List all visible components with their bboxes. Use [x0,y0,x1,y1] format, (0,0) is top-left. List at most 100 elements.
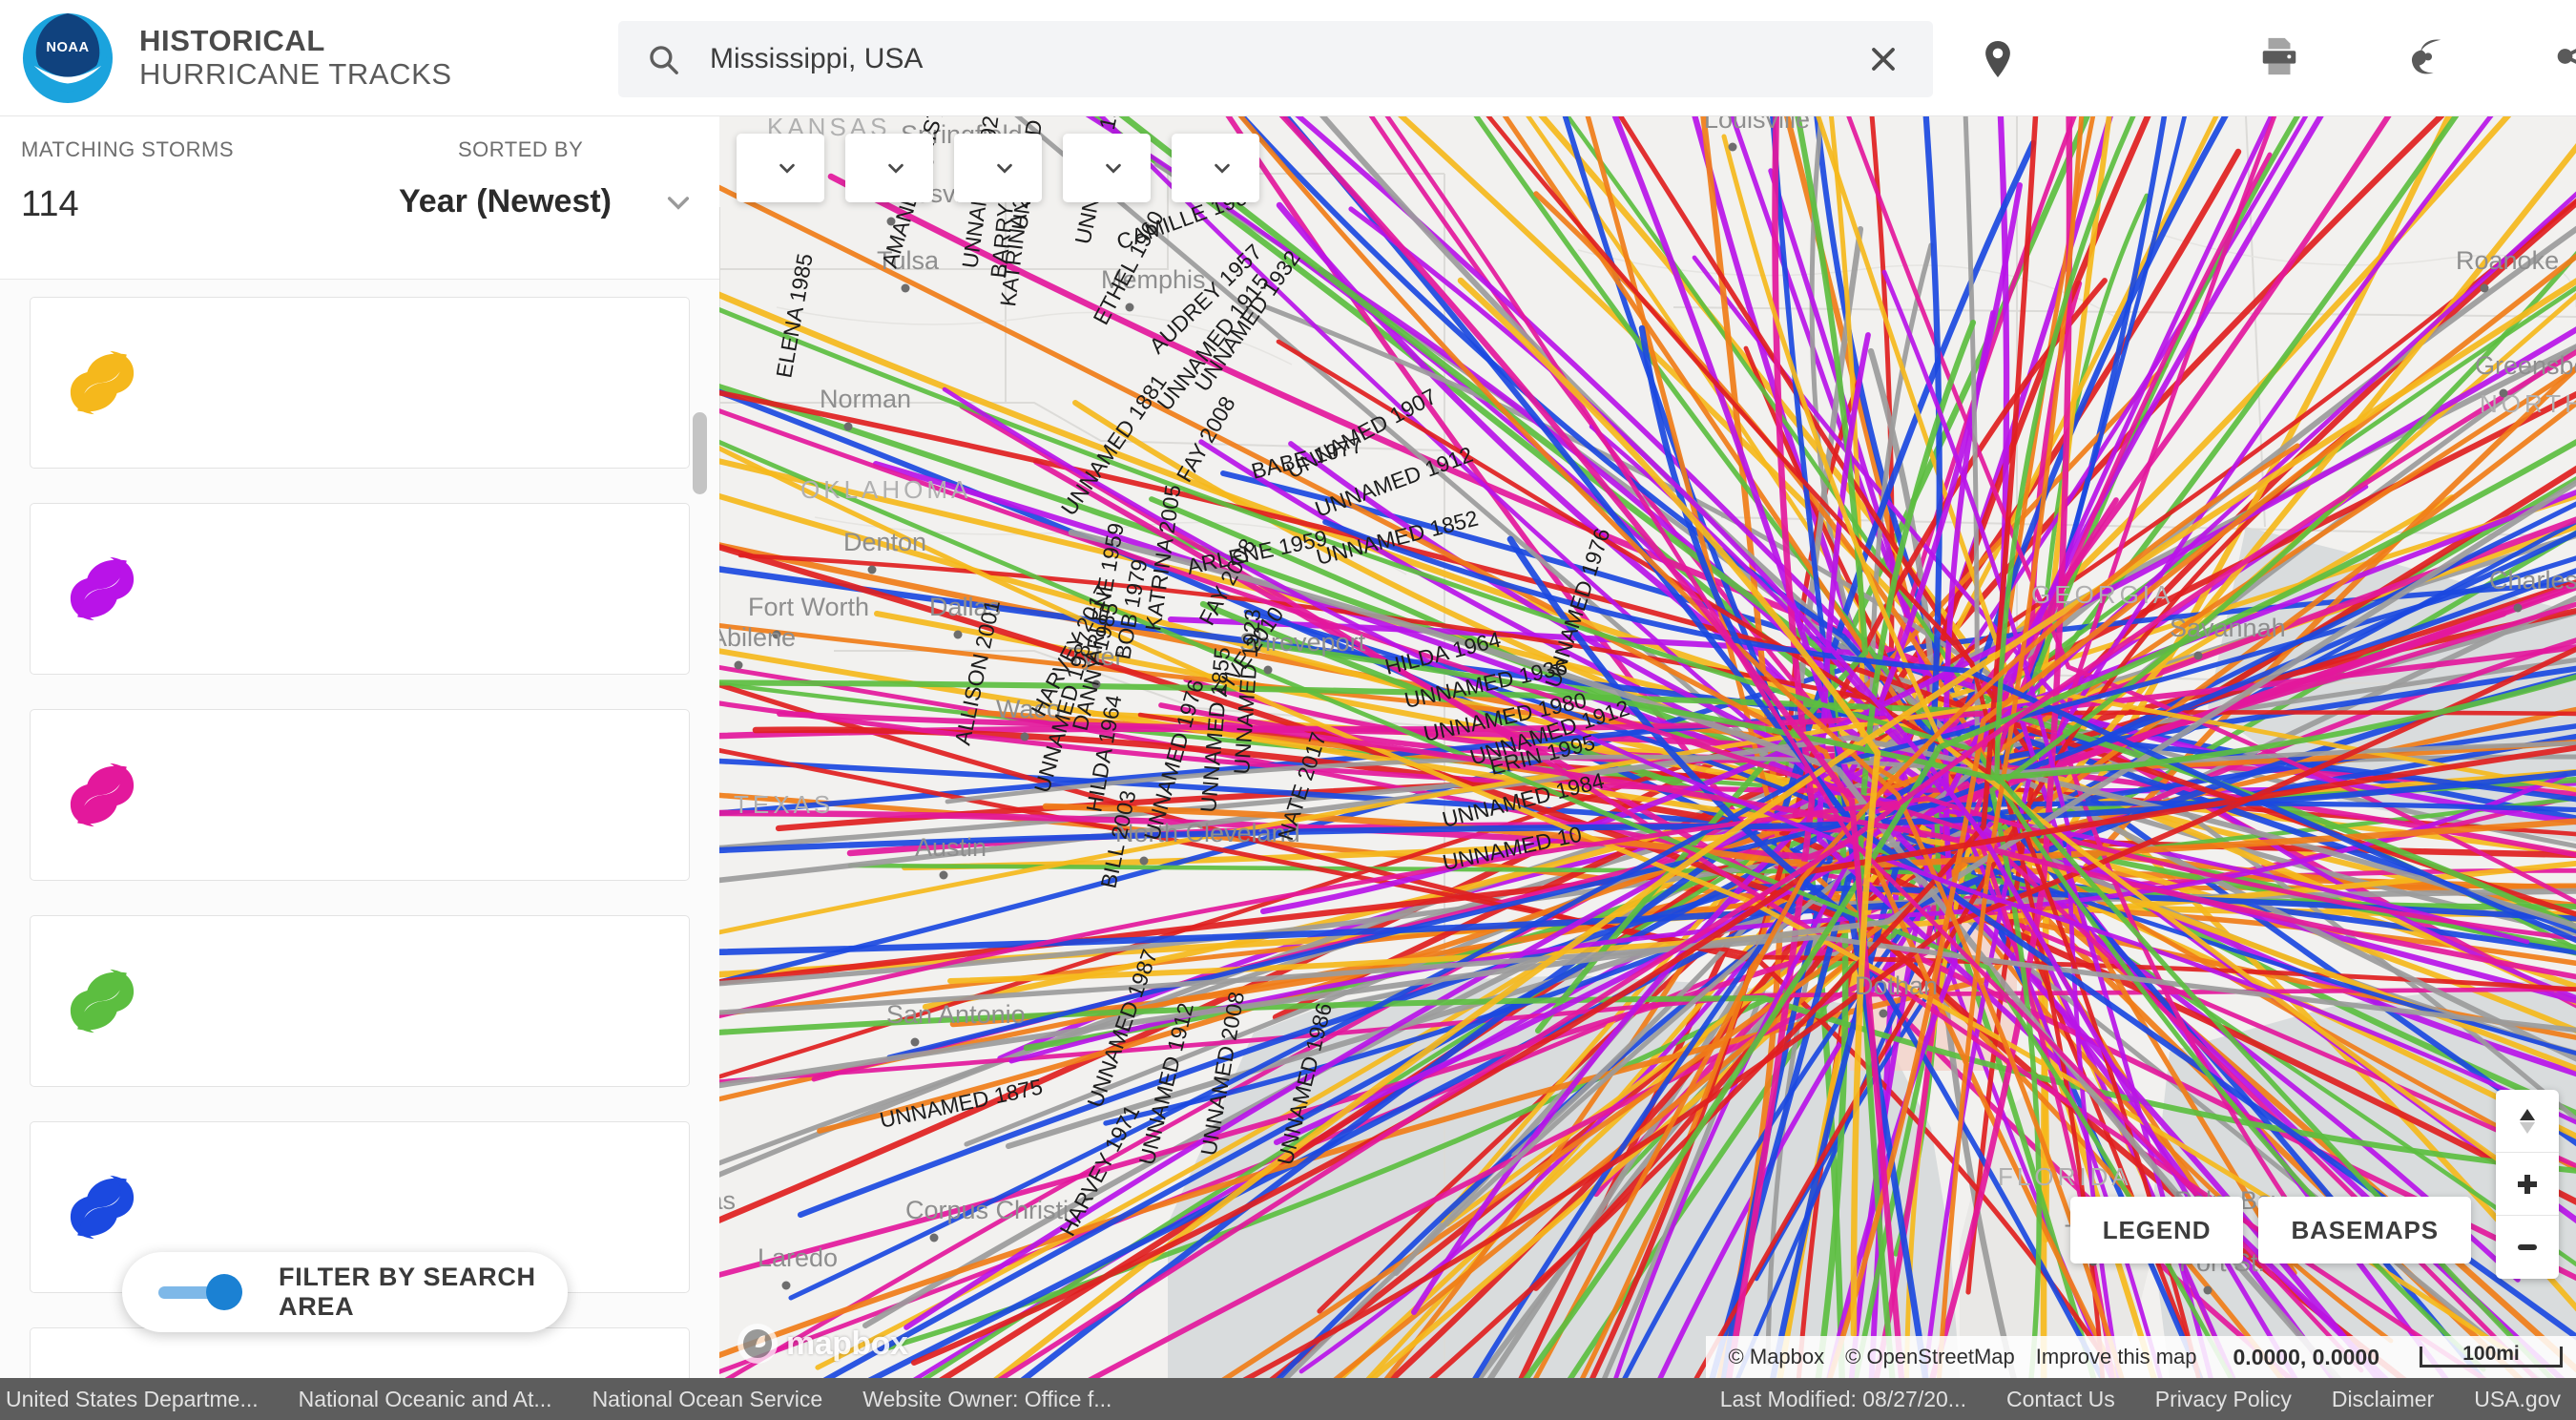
map-city-dot [1139,856,1149,866]
storm-info [174,376,689,389]
map-state-label: FLORIDA [1998,1162,2132,1191]
storm-card[interactable] [30,503,690,675]
mapbox-logo[interactable]: mapbox [737,1323,908,1365]
footer-right-links[interactable]: Last Modified: 08/27/20... Contact Us Priv… [1720,1387,2561,1412]
close-icon[interactable] [1859,34,1908,84]
storm-category-icon [31,751,174,839]
filter-button-pressure[interactable] [845,134,933,202]
toggle-knob[interactable] [206,1274,242,1310]
app-title-line2: HURRICANE TRACKS [139,56,452,91]
app-title: HISTORICAL HURRICANE TRACKS [139,23,452,91]
compass-icon [2520,1108,2535,1134]
chevron-down-icon [777,157,798,178]
footer-link-0[interactable]: Last Modified: 08/27/20... [1720,1387,1966,1412]
map-panel-buttons[interactable]: LEGEND BASEMAPS [2069,1197,2471,1263]
storm-card[interactable] [30,915,690,1087]
footer-link-1[interactable]: National Oceanic and At... [299,1387,552,1412]
chevron-down-icon [994,157,1015,178]
sorted-by-value[interactable]: Year (Newest) [399,183,612,220]
share-icon[interactable] [2549,29,2576,84]
footer-link-4[interactable]: USA.gov [2474,1387,2561,1412]
storm-results-list[interactable] [0,280,719,1378]
matching-storms-count: 114 [21,183,79,224]
search-box[interactable] [618,21,1933,97]
site-footer: United States Departme... National Oceani… [0,1378,2576,1420]
chevron-down-icon [1103,157,1124,178]
map-city-dot [910,1037,920,1047]
map-city-dot [1020,732,1029,741]
map-city-dot [929,1233,939,1242]
map-pin-icon[interactable] [1973,34,2023,84]
storm-info [174,788,689,802]
storm-category-icon [31,1369,174,1378]
filter-button-category[interactable] [737,134,824,202]
map-city-label: Abilene [719,623,796,652]
map-scale-bar: 100mi [2420,1343,2563,1368]
footer-link-1[interactable]: Contact Us [2006,1387,2115,1412]
map-city-label: Charleston [2489,566,2576,595]
map-city-label: Austin [915,833,987,862]
footer-link-3[interactable]: Website Owner: Office f... [862,1387,1111,1412]
cursor-coordinates: 0.0000, 0.0000 [2233,1344,2379,1369]
hurricane-symbol [70,350,135,415]
legend-button[interactable]: LEGEND [2069,1197,2244,1263]
search-input[interactable] [710,43,1859,75]
matching-storms-label: MATCHING STORMS [21,137,235,161]
storm-card[interactable] [30,1327,690,1378]
map-city-dot [2480,283,2489,293]
footer-link-2[interactable]: National Ocean Service [592,1387,823,1412]
footer-left-links[interactable]: United States Departme... National Oceani… [6,1387,1111,1412]
chevron-down-icon[interactable] [663,187,694,218]
map-city-dot [781,1281,791,1290]
zoom-in-button[interactable] [2496,1153,2559,1216]
attribution-mapbox[interactable]: © Mapbox [1729,1345,1825,1369]
basemaps-button[interactable]: BASEMAPS [2258,1197,2471,1263]
map-city-dot [2193,651,2203,660]
matching-storms: MATCHING STORMS 114 [21,137,307,225]
map-canvas[interactable]: OKLAHOMA TEXAS GEORGIA FLORIDA NORTH CAROLIN… [719,116,2576,1378]
zoom-out-button[interactable] [2496,1216,2559,1279]
chevron-down-icon [1212,157,1233,178]
storm-card[interactable] [30,709,690,881]
search-icon [647,43,679,75]
print-icon[interactable] [2252,29,2307,84]
map-city-dot [867,565,877,574]
map-zoom-controls[interactable] [2496,1090,2559,1279]
improve-this-map-link[interactable]: Improve this map [2036,1345,2197,1369]
sidebar-scrollbar[interactable] [693,412,707,494]
filter-button-year[interactable] [954,134,1042,202]
storm-info [174,994,689,1008]
map-city-dot [1728,142,1737,152]
attribution-osm[interactable]: © OpenStreetMap [1845,1345,2015,1369]
footer-link-3[interactable]: Disclaimer [2332,1387,2434,1412]
map-city-label: Roanoke [2456,246,2559,275]
map-city-label: San Antonio [886,1000,1026,1029]
hurricane-icon[interactable] [2400,29,2456,84]
compass-button[interactable] [2496,1090,2559,1153]
noaa-logo[interactable]: NOAA [21,11,114,105]
storm-category-icon [31,1163,174,1251]
map-filter-bar[interactable] [737,134,1259,202]
map-city-label: Louisville [1704,116,1810,134]
storm-category-icon [31,339,174,427]
map-city-label: Denton [843,528,926,556]
toggle-switch[interactable] [158,1274,254,1310]
hurricane-symbol [58,1369,146,1378]
hurricane-symbol [70,969,135,1034]
map-city-label: Laredo [758,1243,838,1272]
filter-by-search-area-toggle[interactable]: FILTER BY SEARCH AREA [122,1252,568,1332]
hurricane-track-map[interactable]: OKLAHOMA TEXAS GEORGIA FLORIDA NORTH CAROLIN… [719,116,2576,1378]
plus-icon [2518,1174,2537,1194]
map-state-label: NORTH CAROLINA [2480,389,2576,418]
map-city-label: Norman [820,385,911,413]
hurricane-symbol [70,762,135,827]
filter-button-search-distance[interactable] [1063,134,1151,202]
map-city-dot [1879,1009,1888,1018]
app-title-line1: HISTORICAL [139,23,325,57]
footer-link-2[interactable]: Privacy Policy [2155,1387,2292,1412]
storm-card[interactable] [30,297,690,469]
footer-link-0[interactable]: United States Departme... [6,1387,259,1412]
hurricane-symbol [70,1175,135,1240]
filter-button-more[interactable] [1172,134,1259,202]
sort-control[interactable]: SORTED BY Year (Newest) [326,137,719,220]
